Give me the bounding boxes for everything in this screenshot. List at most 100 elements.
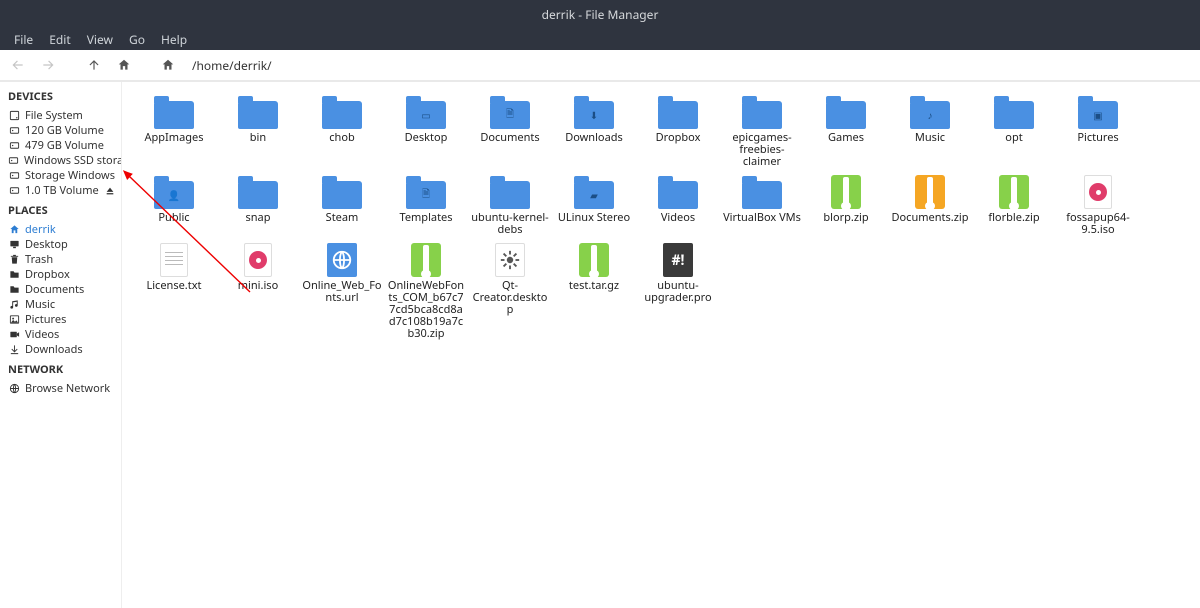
file-item[interactable]: 👤Public — [132, 168, 216, 236]
file-label: epicgames-freebies-claimer — [720, 132, 804, 168]
folder-icon — [486, 172, 534, 212]
file-item[interactable]: Games — [804, 88, 888, 168]
file-item[interactable]: epicgames-freebies-claimer — [720, 88, 804, 168]
zip-orange-icon — [906, 172, 954, 212]
sidebar-place-music[interactable]: Music — [0, 297, 121, 312]
file-item[interactable]: snap — [216, 168, 300, 236]
sidebar: DEVICES File System120 GB Volume479 GB V… — [0, 82, 122, 608]
nav-forward-button[interactable] — [38, 55, 58, 75]
file-label: ubuntu-kernel-debs — [468, 212, 552, 236]
folder-icon — [8, 269, 20, 281]
sidebar-device-windows-ssd-storage[interactable]: Windows SSD storage — [0, 153, 121, 168]
toolbar: /home/derrik/ — [0, 50, 1200, 82]
file-label: bin — [248, 132, 268, 156]
path-home-icon[interactable] — [158, 55, 178, 75]
sidebar-place-videos[interactable]: Videos — [0, 327, 121, 342]
url-icon — [318, 240, 366, 280]
video-icon — [8, 329, 20, 341]
download-icon — [8, 344, 20, 356]
sidebar-network-browse-network[interactable]: Browse Network — [0, 381, 121, 396]
file-item[interactable]: fossapup64-9.5.iso — [1056, 168, 1140, 236]
file-item[interactable]: Videos — [636, 168, 720, 236]
nav-up-button[interactable] — [84, 55, 104, 75]
nav-home-button[interactable] — [114, 55, 134, 75]
menu-file[interactable]: File — [6, 29, 41, 50]
hdd-icon — [8, 140, 20, 152]
menu-view[interactable]: View — [79, 29, 121, 50]
path-text[interactable]: /home/derrik/ — [192, 57, 272, 74]
menu-go[interactable]: Go — [121, 29, 153, 50]
file-label: Pictures — [1075, 132, 1120, 156]
desktop-icon — [486, 240, 534, 280]
content-area[interactable]: AppImages bin chob ▭Desktop🗎Documents⬇Downl… — [122, 82, 1200, 608]
sidebar-device-file-system[interactable]: File System — [0, 108, 121, 123]
file-item[interactable]: ▣Pictures — [1056, 88, 1140, 168]
menu-edit[interactable]: Edit — [41, 29, 78, 50]
file-item[interactable]: mini.iso — [216, 236, 300, 340]
zip-green-icon — [570, 240, 618, 280]
file-item[interactable]: chob — [300, 88, 384, 168]
sidebar-place-pictures[interactable]: Pictures — [0, 312, 121, 327]
file-label: chob — [327, 132, 357, 156]
sidebar-item-label: Dropbox — [25, 267, 70, 282]
file-label: Videos — [659, 212, 697, 236]
sidebar-place-derrik[interactable]: derrik — [0, 222, 121, 237]
file-item[interactable]: ubuntu-kernel-debs — [468, 168, 552, 236]
trash-icon — [8, 254, 20, 266]
file-item[interactable]: blorp.zip — [804, 168, 888, 236]
sidebar-place-desktop[interactable]: Desktop — [0, 237, 121, 252]
sidebar-place-downloads[interactable]: Downloads — [0, 342, 121, 357]
file-item[interactable]: 🗎Documents — [468, 88, 552, 168]
sidebar-item-label: Downloads — [25, 342, 83, 357]
file-label: Steam — [324, 212, 361, 236]
nav-back-button[interactable] — [8, 55, 28, 75]
hdd-icon — [8, 170, 20, 182]
file-item[interactable]: ⬇Downloads — [552, 88, 636, 168]
sidebar-item-label: Desktop — [25, 237, 68, 252]
file-item[interactable]: ▰ULinux Stereo — [552, 168, 636, 236]
sidebar-item-label: 479 GB Volume — [25, 138, 104, 153]
zip-green-icon — [402, 240, 450, 280]
file-item[interactable]: ♪Music — [888, 88, 972, 168]
file-item[interactable]: License.txt — [132, 236, 216, 340]
file-item[interactable]: Documents.zip — [888, 168, 972, 236]
sidebar-item-label: Videos — [25, 327, 59, 342]
file-label: VirtualBox VMs — [721, 212, 803, 236]
sidebar-device-479-gb-volume[interactable]: 479 GB Volume — [0, 138, 121, 153]
file-item[interactable]: ▭Desktop — [384, 88, 468, 168]
txt-icon — [150, 240, 198, 280]
sidebar-item-label: Browse Network — [25, 381, 110, 396]
file-item[interactable]: OnlineWebFonts_COM_b67c77cd5bca8cd8ad7c1… — [384, 236, 468, 340]
file-label: test.tar.gz — [567, 280, 621, 304]
file-item[interactable]: AppImages — [132, 88, 216, 168]
file-item[interactable]: test.tar.gz — [552, 236, 636, 340]
file-item[interactable]: Steam — [300, 168, 384, 236]
sidebar-device-storage-windows[interactable]: Storage Windows — [0, 168, 121, 183]
sidebar-place-dropbox[interactable]: Dropbox — [0, 267, 121, 282]
file-item[interactable]: florble.zip — [972, 168, 1056, 236]
disk-icon — [8, 110, 20, 122]
file-label: Desktop — [403, 132, 450, 156]
file-item[interactable]: 🗎Templates — [384, 168, 468, 236]
file-label: florble.zip — [986, 212, 1041, 236]
folder-icon — [150, 92, 198, 132]
sidebar-item-label: 1.0 TB Volume — [25, 183, 99, 198]
file-label: Public — [156, 212, 191, 236]
file-item[interactable]: Online_Web_Fonts.url — [300, 236, 384, 340]
sidebar-place-documents[interactable]: Documents — [0, 282, 121, 297]
file-item[interactable]: Qt-Creator.desktop — [468, 236, 552, 340]
home-icon — [8, 224, 20, 236]
file-item[interactable]: bin — [216, 88, 300, 168]
sidebar-place-trash[interactable]: Trash — [0, 252, 121, 267]
folder-icon — [990, 92, 1038, 132]
sidebar-device-120-gb-volume[interactable]: 120 GB Volume — [0, 123, 121, 138]
file-item[interactable]: #!ubuntu-upgrader.pro — [636, 236, 720, 340]
file-item[interactable]: VirtualBox VMs — [720, 168, 804, 236]
file-label: AppImages — [143, 132, 206, 156]
eject-icon[interactable] — [105, 186, 119, 196]
file-item[interactable]: Dropbox — [636, 88, 720, 168]
sidebar-device-1-0-tb-volume[interactable]: 1.0 TB Volume — [0, 183, 121, 198]
menubar: FileEditViewGoHelp — [0, 28, 1200, 50]
file-item[interactable]: opt — [972, 88, 1056, 168]
menu-help[interactable]: Help — [153, 29, 195, 50]
